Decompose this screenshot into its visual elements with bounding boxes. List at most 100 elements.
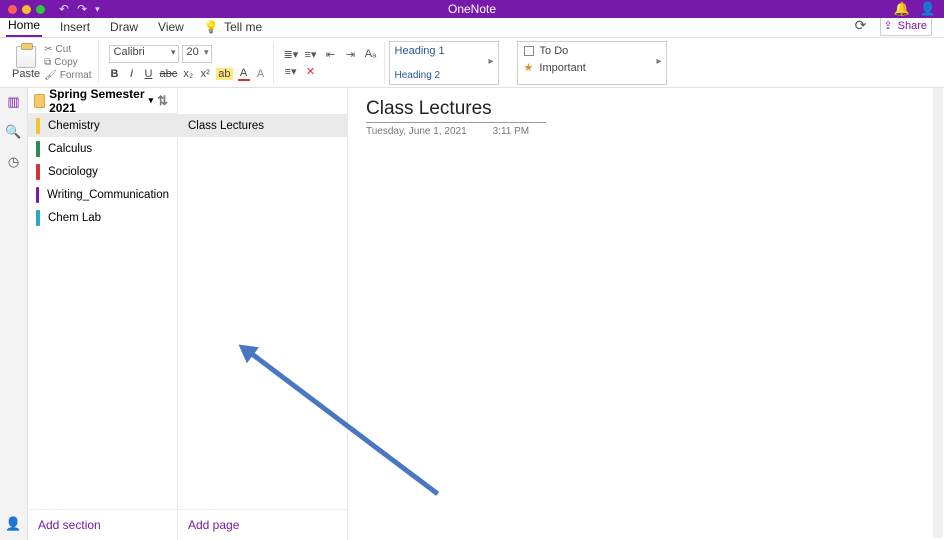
app-title: OneNote [448,2,496,16]
undo-icon[interactable]: ↶ [59,2,69,16]
window-controls [8,5,45,14]
bell-icon[interactable]: 🔔 [894,1,910,17]
clear-formatting-button[interactable]: A [255,68,267,80]
page-time: 3:11 PM [493,126,530,137]
tell-me-label: Tell me [222,18,264,37]
todo-label: To Do [540,45,569,57]
tag-todo[interactable]: To Do [524,45,660,57]
paste-label: Paste [12,68,40,80]
add-section-button[interactable]: Add section [28,509,177,540]
outdent-button[interactable]: ⇤ [324,48,338,61]
underline-button[interactable]: U [143,68,155,80]
star-icon: ★ [524,61,534,74]
recent-icon[interactable]: ◷ [6,154,22,170]
section-item[interactable]: Chem Lab [28,206,177,229]
tell-me[interactable]: 💡 Tell me [202,18,266,37]
section-color-bar [36,187,39,203]
left-rail: ▥ 🔍 ◷ 👤 [0,88,28,540]
notebook-header[interactable]: Spring Semester 2021 ▾ ⇅ [28,88,177,114]
styles-gallery[interactable]: Heading 1 Heading 2 [389,41,499,85]
clipboard-small: ✂ Cut ⧉ Copy 🖌 Format [44,43,91,82]
font-size-dropdown[interactable]: 20 [182,45,212,63]
heading1-style[interactable]: Heading 1 [395,45,493,57]
important-label: Important [539,62,585,74]
sections-pane: Spring Semester 2021 ▾ ⇅ Chemistry Calcul… [28,88,178,540]
copy-label: Copy [54,56,77,69]
page-canvas[interactable]: Class Lectures Tuesday, June 1, 2021 3:1… [348,88,944,540]
tags-gallery[interactable]: To Do ★ Important [517,41,667,85]
notebooks-icon[interactable]: ▥ [6,94,22,110]
section-label: Sociology [48,166,98,178]
bullets-button[interactable]: ≣▾ [284,48,298,61]
sort-icon[interactable]: ⇅ [157,93,171,109]
strikethrough-button[interactable]: abc [160,68,178,80]
paste-icon [16,46,36,68]
cut-label: Cut [56,43,72,56]
copy-button[interactable]: ⧉ Copy [44,56,91,69]
indent-button[interactable]: ⇥ [344,48,358,61]
tab-home[interactable]: Home [6,16,42,37]
maximize-window[interactable] [36,5,45,14]
avatar-icon[interactable]: 👤 [6,516,22,532]
clipboard-group: Paste ✂ Cut ⧉ Copy 🖌 Format [6,41,99,84]
section-color-bar [36,164,40,180]
main-area: ▥ 🔍 ◷ 👤 Spring Semester 2021 ▾ ⇅ Chemist… [0,88,944,540]
vertical-scrollbar[interactable] [933,88,943,538]
tab-draw[interactable]: Draw [108,18,140,37]
pages-pane: Class Lectures Add page [178,88,348,540]
font-color-button[interactable]: A [238,67,250,81]
font-group: Calibri 20 B I U abc x₂ x² ab A A [103,41,274,84]
page-item[interactable]: Class Lectures [178,114,347,137]
section-item[interactable]: Writing_Communication [28,183,177,206]
chevron-down-icon: ▾ [149,95,154,106]
account-icon[interactable]: 👤 [920,1,936,17]
title-underline [366,122,546,123]
numbering-button[interactable]: ≡▾ [304,48,318,61]
section-item[interactable]: Calculus [28,137,177,160]
cut-button[interactable]: ✂ Cut [44,43,91,56]
styles-clear-button[interactable]: Aₐ [364,48,378,60]
section-label: Chem Lab [48,212,101,224]
delete-button[interactable]: ✕ [304,65,318,78]
section-color-bar [36,141,40,157]
ribbon: Paste ✂ Cut ⧉ Copy 🖌 Format Calibri 20 B… [0,38,944,88]
search-icon[interactable]: 🔍 [6,124,22,140]
qat-customize-icon[interactable]: ▾ [95,4,100,15]
notebook-icon [34,94,45,108]
minimize-window[interactable] [22,5,31,14]
section-color-bar [36,118,40,134]
page-date: Tuesday, June 1, 2021 [366,126,467,137]
close-window[interactable] [8,5,17,14]
section-label: Chemistry [48,120,100,132]
sync-icon[interactable]: ⟳ [853,15,869,37]
section-item[interactable]: Chemistry [28,114,177,137]
tab-insert[interactable]: Insert [58,18,92,37]
redo-icon[interactable]: ↷ [77,2,87,16]
section-label: Writing_Communication [47,189,169,201]
format-label: Format [60,69,92,82]
font-family-dropdown[interactable]: Calibri [109,45,179,63]
superscript-button[interactable]: x² [199,68,211,80]
italic-button[interactable]: I [126,68,138,80]
share-button[interactable]: ⇪ Share [880,16,932,36]
bold-button[interactable]: B [109,68,121,80]
add-page-button[interactable]: Add page [178,509,347,540]
tab-view[interactable]: View [156,18,186,37]
section-item[interactable]: Sociology [28,160,177,183]
notebook-name: Spring Semester 2021 [49,87,144,115]
quick-access-toolbar: ↶ ↷ ▾ [59,2,100,16]
page-meta: Tuesday, June 1, 2021 3:11 PM [366,126,926,137]
align-button[interactable]: ≡▾ [284,65,298,78]
menu-bar: Home Insert Draw View 💡 Tell me ⟳ ⇪ Shar… [0,18,944,38]
heading2-style[interactable]: Heading 2 [395,70,493,81]
share-label: Share [896,18,929,35]
section-label: Calculus [48,143,92,155]
paste-button[interactable]: Paste [12,46,40,80]
format-painter-button[interactable]: 🖌 Format [44,69,91,82]
tag-important[interactable]: ★ Important [524,61,660,74]
highlight-button[interactable]: ab [216,68,232,80]
page-title[interactable]: Class Lectures [366,98,926,120]
title-bar: ↶ ↷ ▾ OneNote 🔔 👤 [0,0,944,18]
section-color-bar [36,210,40,226]
subscript-button[interactable]: x₂ [182,68,194,80]
